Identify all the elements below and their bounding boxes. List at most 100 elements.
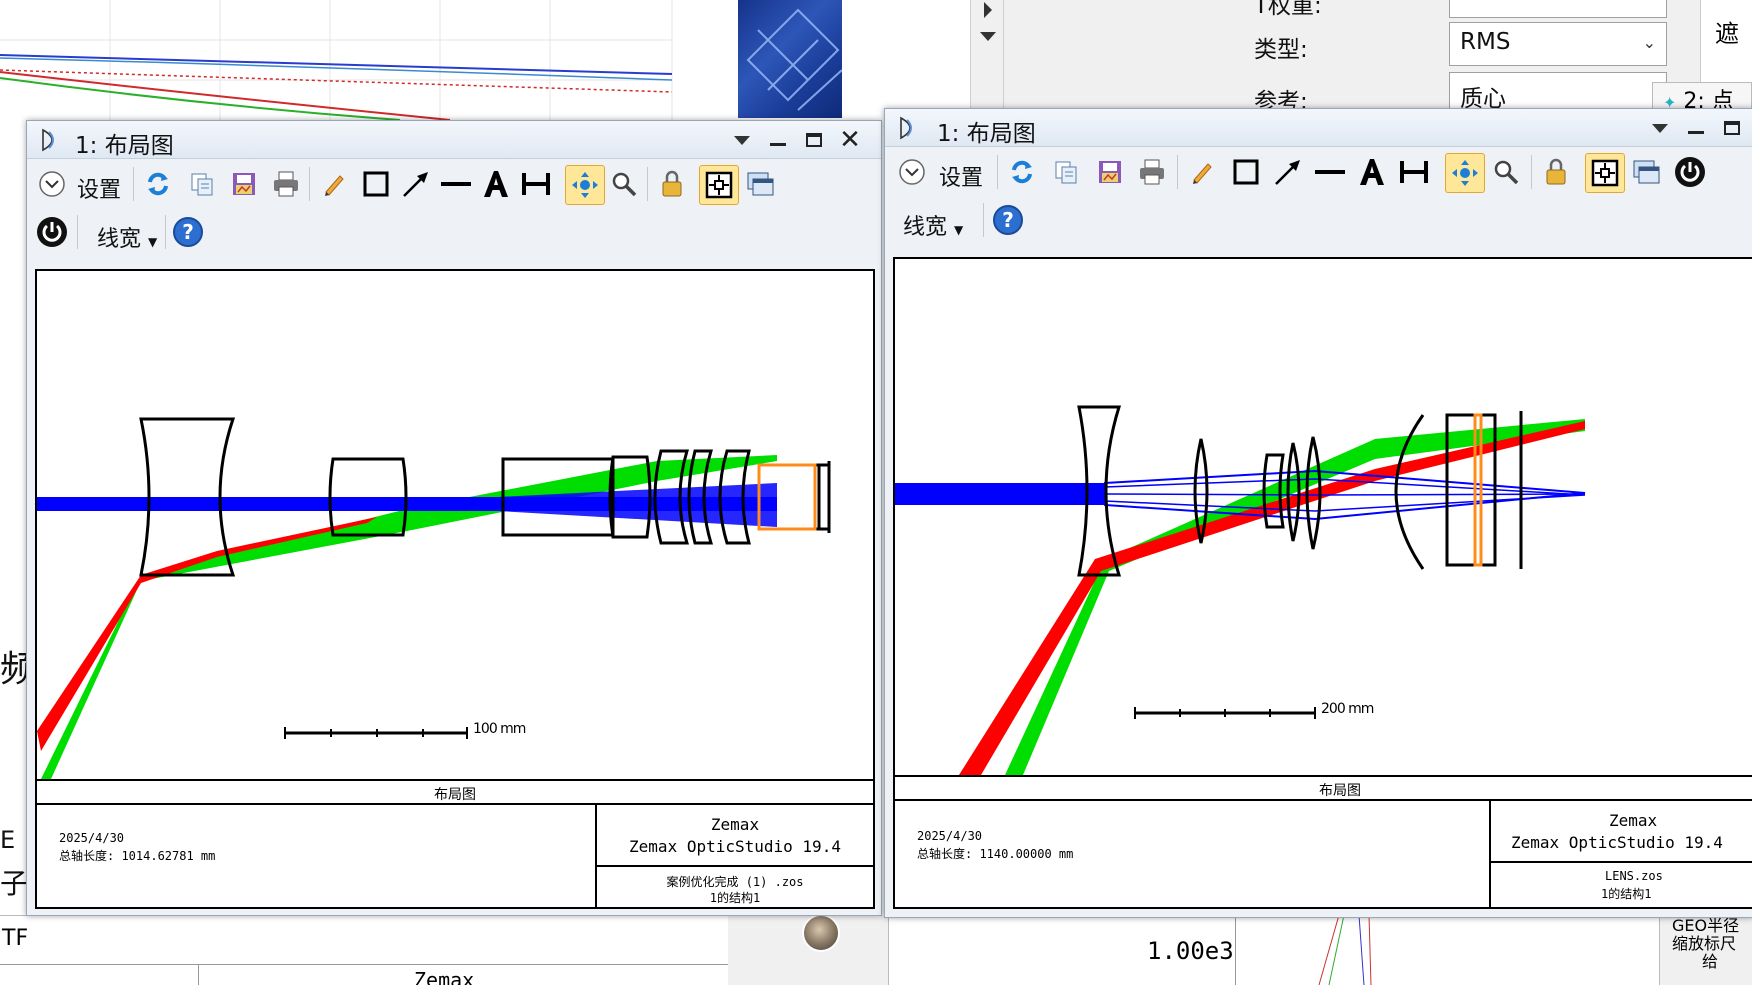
refresh-icon[interactable] [141, 167, 175, 201]
toolbar-row-1: 设置 [27, 165, 881, 213]
product-name: Zemax OpticStudio 19.4 [1511, 833, 1723, 852]
arrow-icon[interactable] [399, 167, 433, 201]
background-left-strip [0, 120, 26, 920]
dimension-icon[interactable] [1397, 155, 1431, 189]
product-name: Zemax OpticStudio 19.4 [629, 837, 841, 856]
weight-field[interactable] [1449, 0, 1667, 18]
print-icon[interactable] [1135, 155, 1169, 189]
text-icon[interactable] [479, 167, 513, 201]
window-icon[interactable] [1629, 155, 1663, 189]
lock-icon[interactable] [1539, 155, 1573, 189]
ray-bundle-red [37, 517, 377, 751]
bg-fragment-2: E [0, 826, 16, 854]
line-icon[interactable] [1313, 155, 1347, 189]
pan-icon[interactable] [1445, 153, 1485, 193]
window-icon[interactable] [743, 167, 777, 201]
linewidth-dropdown[interactable]: 线宽 ▼ [903, 209, 963, 241]
layout-plot-canvas[interactable]: 200 mm [893, 257, 1752, 777]
maximize-button[interactable] [1717, 113, 1747, 143]
background-curves [0, 0, 673, 120]
plot-label: 布局图 [37, 781, 873, 805]
pan-icon[interactable] [565, 165, 605, 205]
power-icon[interactable] [35, 215, 69, 249]
help-icon[interactable]: ? [171, 215, 205, 249]
layout-plot-canvas[interactable]: 100 mm [35, 269, 875, 781]
lock-icon[interactable] [655, 167, 689, 201]
settings-button[interactable]: 设置 [77, 172, 121, 204]
bg-label-partial: 给 [1702, 952, 1719, 971]
text-icon[interactable] [1355, 155, 1389, 189]
toolbar-row-2: 线宽 ▼ ? [885, 201, 1752, 247]
linewidth-dropdown[interactable]: 线宽 ▼ [97, 221, 157, 253]
settings-button[interactable]: 设置 [939, 160, 983, 192]
window-menu-dropdown-icon[interactable] [727, 125, 757, 155]
pencil-icon[interactable] [1185, 155, 1219, 189]
axis-length: 总轴长度: 1140.00000 mm [917, 847, 1074, 861]
refresh-icon[interactable] [1005, 155, 1039, 189]
minimize-button[interactable] [1681, 113, 1711, 143]
titlebar[interactable]: 1: 布局图 [885, 109, 1752, 147]
scroll-right-arrow-icon[interactable] [984, 2, 992, 18]
fit-icon[interactable] [1585, 153, 1625, 193]
panel-right-label: 遮 [1715, 20, 1739, 48]
plot-footer: 布局图 2025/4/30 总轴长度: 1140.00000 mm Zemax … [893, 777, 1752, 909]
background-plot-area [0, 0, 740, 120]
line-icon[interactable] [439, 167, 473, 201]
settings-chevron-icon[interactable] [35, 167, 69, 201]
copy-icon[interactable] [1049, 155, 1083, 189]
company-name: Zemax [1609, 811, 1658, 830]
background-image-pane [738, 0, 842, 118]
fit-icon[interactable] [699, 165, 739, 205]
maximize-button[interactable] [799, 125, 829, 155]
svg-text:?: ? [182, 220, 194, 244]
background-mini-plot [1318, 915, 1372, 985]
plot-date: 2025/4/30 [59, 831, 125, 845]
linewidth-label: 线宽 [903, 215, 948, 240]
opticstudio-icon [900, 116, 912, 140]
toolbar-row-1: 设置 [885, 153, 1752, 201]
company-name: Zemax [710, 815, 760, 834]
dimension-icon[interactable] [519, 167, 553, 201]
file-name: LENS.zos [1605, 869, 1663, 883]
bg-fragment-4: TF [2, 926, 29, 951]
layout-window-right[interactable]: 1: 布局图 设置 线宽 ▼ ? 200 mm 布局图 2025/4/30 总轴… [884, 108, 1752, 918]
zoom-icon[interactable] [1489, 155, 1523, 189]
window-menu-dropdown-icon[interactable] [1645, 113, 1675, 143]
type-dropdown[interactable]: RMS ⌄ [1449, 22, 1667, 66]
plot-date: 2025/4/30 [917, 829, 983, 843]
scale-bar-label: 100 mm [473, 721, 526, 737]
background-bottom-right-window: 1.00e3 GEO半径 缩放标尺 给 [888, 915, 1752, 985]
save-icon[interactable] [1093, 155, 1127, 189]
rectangle-icon[interactable] [1229, 155, 1263, 189]
help-icon[interactable]: ? [991, 203, 1025, 237]
toolbar-row-2: 线宽 ▼ ? [27, 213, 881, 259]
weight-label: T权重: [1254, 0, 1322, 19]
power-icon[interactable] [1673, 155, 1707, 189]
background-gray-area [1004, 0, 1232, 110]
background-scrollbar[interactable] [970, 0, 1004, 110]
file-name: 案例优化完成 (1) .zos [666, 875, 804, 889]
settings-chevron-icon[interactable] [895, 155, 929, 189]
close-button[interactable]: ✕ [835, 125, 865, 155]
titlebar[interactable]: 1: 布局图 ✕ [27, 121, 881, 159]
caret-down-icon: ▼ [148, 235, 158, 249]
scroll-down-arrow-icon[interactable] [980, 32, 996, 41]
save-icon[interactable] [227, 167, 261, 201]
copy-icon[interactable] [185, 167, 219, 201]
avatar[interactable] [802, 914, 840, 952]
print-icon[interactable] [269, 167, 303, 201]
configuration: 1的结构1 [709, 891, 761, 905]
minimize-button[interactable] [763, 125, 793, 155]
plot-label: 布局图 [895, 777, 1752, 801]
bg-fragment-3: 子 [0, 867, 29, 900]
arrow-icon[interactable] [1271, 155, 1305, 189]
layout-diagram [895, 405, 1586, 775]
window-title: 1: 布局图 [937, 121, 1036, 147]
window-title: 1: 布局图 [75, 133, 174, 159]
pencil-icon[interactable] [317, 167, 351, 201]
zoom-icon[interactable] [607, 167, 641, 201]
svg-text:?: ? [1002, 208, 1014, 232]
configuration: 1的结构1 [1601, 887, 1652, 901]
rectangle-icon[interactable] [359, 167, 393, 201]
layout-window-left[interactable]: 1: 布局图 ✕ 设置 线宽 ▼ ? 100 mm 布局图 2025/4/30 … [26, 120, 882, 916]
